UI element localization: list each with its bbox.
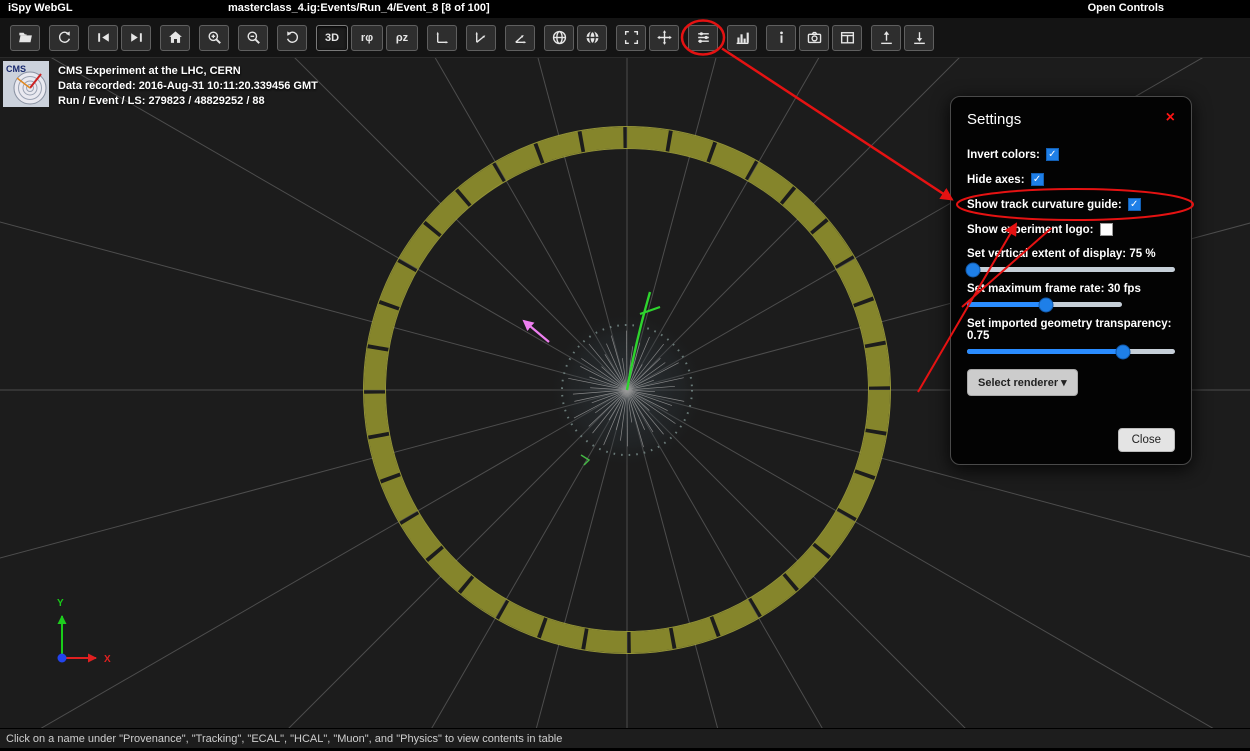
download-button[interactable]	[904, 25, 934, 51]
geometry-transparency-label: Set imported geometry transparency: 0.75	[967, 318, 1175, 342]
axis-xz-icon	[473, 29, 490, 46]
expand-icon	[623, 29, 640, 46]
event-info-overlay: CMS Experiment at the LHC, CERN Data rec…	[58, 64, 318, 109]
invert-colors-label: Invert colors:	[967, 149, 1040, 161]
zoom-out-button[interactable]	[238, 25, 268, 51]
globe-solid-icon	[584, 29, 601, 46]
toolbar: 3D rφ ρz	[0, 18, 1250, 58]
top-bar: iSpy WebGL masterclass_4.ig:Events/Run_4…	[0, 0, 1250, 18]
download-icon	[911, 29, 928, 46]
upload-button[interactable]	[871, 25, 901, 51]
reload-icon	[56, 29, 73, 46]
sliders-icon	[695, 29, 712, 46]
pan-mode-button[interactable]	[649, 25, 679, 51]
select-renderer-label: Select renderer	[978, 377, 1058, 389]
hide-axes-checkbox[interactable]	[1031, 173, 1044, 186]
table-icon	[839, 29, 856, 46]
axis-view-yz-button[interactable]	[505, 25, 535, 51]
settings-panel: Settings × Invert colors: Hide axes: Sho…	[950, 96, 1192, 465]
open-controls-link[interactable]: Open Controls	[1088, 2, 1164, 14]
event-info-line1: CMS Experiment at the LHC, CERN	[58, 64, 318, 79]
skip-previous-icon	[95, 29, 112, 46]
table-view-button[interactable]	[832, 25, 862, 51]
muon-arrow[interactable]	[524, 321, 549, 342]
folder-open-icon	[17, 29, 34, 46]
wireframe-globe-button[interactable]	[544, 25, 574, 51]
view-rhoz-button[interactable]: ρz	[386, 25, 418, 51]
setting-show-track-curvature-guide: Show track curvature guide:	[967, 198, 1175, 211]
settings-close-button[interactable]: Close	[1118, 428, 1175, 452]
app-title: iSpy WebGL	[8, 2, 73, 14]
cms-logo: CMS	[3, 61, 49, 107]
show-experiment-logo-label: Show experiment logo:	[967, 224, 1094, 236]
setting-max-frame-rate: Set maximum frame rate: 30 fps	[967, 283, 1175, 307]
move-icon	[656, 29, 673, 46]
show-track-curvature-guide-label: Show track curvature guide:	[967, 199, 1122, 211]
view-3d-button[interactable]: 3D	[316, 25, 348, 51]
axis-yz-icon	[512, 29, 529, 46]
home-view-button[interactable]	[160, 25, 190, 51]
reload-event-button[interactable]	[49, 25, 79, 51]
info-button[interactable]	[766, 25, 796, 51]
show-experiment-logo-checkbox[interactable]	[1100, 223, 1113, 236]
status-message: Click on a name under "Provenance", "Tra…	[6, 733, 562, 745]
setting-hide-axes: Hide axes:	[967, 173, 1175, 186]
view-rphi-button[interactable]: rφ	[351, 25, 383, 51]
vertical-extent-slider-thumb[interactable]	[966, 262, 981, 277]
invert-colors-checkbox[interactable]	[1046, 148, 1059, 161]
info-icon	[773, 29, 790, 46]
z-axis-dot	[58, 654, 67, 663]
max-frame-rate-label: Set maximum frame rate: 30 fps	[967, 283, 1175, 295]
solid-globe-button[interactable]	[577, 25, 607, 51]
setting-vertical-extent: Set vertical extent of display: 75 %	[967, 248, 1175, 272]
geometry-transparency-slider[interactable]	[967, 349, 1175, 354]
zoom-out-icon	[245, 29, 262, 46]
screenshot-button[interactable]	[799, 25, 829, 51]
reset-rotation-button[interactable]	[277, 25, 307, 51]
geometry-transparency-slider-thumb[interactable]	[1116, 344, 1131, 359]
zoom-in-button[interactable]	[199, 25, 229, 51]
setting-show-experiment-logo: Show experiment logo:	[967, 223, 1175, 236]
fullscreen-button[interactable]	[616, 25, 646, 51]
status-bar: Click on a name under "Provenance", "Tra…	[0, 728, 1250, 748]
axis-xy-icon	[434, 29, 451, 46]
x-axis-label: X	[104, 654, 111, 665]
max-frame-rate-slider-thumb[interactable]	[1039, 297, 1054, 312]
axis-gizmo: Y X	[57, 598, 111, 665]
home-icon	[167, 29, 184, 46]
show-track-curvature-guide-checkbox[interactable]	[1128, 198, 1141, 211]
event-info-line3: Run / Event / LS: 279823 / 48829252 / 88	[58, 94, 318, 109]
axis-view-xz-button[interactable]	[466, 25, 496, 51]
caret-down-icon: ▾	[1061, 377, 1067, 389]
ispy-webgl-app: Y X iSpy WebGL masterclass_4.ig:Events/R…	[0, 0, 1250, 751]
histogram-button[interactable]	[727, 25, 757, 51]
settings-close-x[interactable]: ×	[1166, 111, 1175, 125]
select-renderer-dropdown[interactable]: Select renderer ▾	[967, 369, 1078, 396]
green-track-tick	[640, 307, 660, 314]
y-axis-label: Y	[57, 598, 64, 609]
undo-rotate-icon	[284, 29, 301, 46]
vertical-extent-label: Set vertical extent of display: 75 %	[967, 248, 1175, 260]
skip-next-icon	[128, 29, 145, 46]
open-file-button[interactable]	[10, 25, 40, 51]
vertical-extent-slider[interactable]	[967, 267, 1175, 272]
max-frame-rate-slider[interactable]	[967, 302, 1122, 307]
settings-panel-title: Settings	[967, 111, 1021, 128]
axis-view-xy-button[interactable]	[427, 25, 457, 51]
event-path-title: masterclass_4.ig:Events/Run_4/Event_8 [8…	[228, 2, 490, 14]
histogram-icon	[734, 29, 751, 46]
previous-event-button[interactable]	[88, 25, 118, 51]
zoom-in-icon	[206, 29, 223, 46]
next-event-button[interactable]	[121, 25, 151, 51]
globe-wire-icon	[551, 29, 568, 46]
event-info-line2: Data recorded: 2016-Aug-31 10:11:20.3394…	[58, 79, 318, 94]
camera-icon	[806, 29, 823, 46]
upload-icon	[878, 29, 895, 46]
hide-axes-label: Hide axes:	[967, 174, 1025, 186]
settings-button[interactable]	[688, 25, 718, 51]
setting-geometry-transparency: Set imported geometry transparency: 0.75	[967, 318, 1175, 354]
setting-invert-colors: Invert colors:	[967, 148, 1175, 161]
cms-logo-text: CMS	[6, 64, 26, 74]
